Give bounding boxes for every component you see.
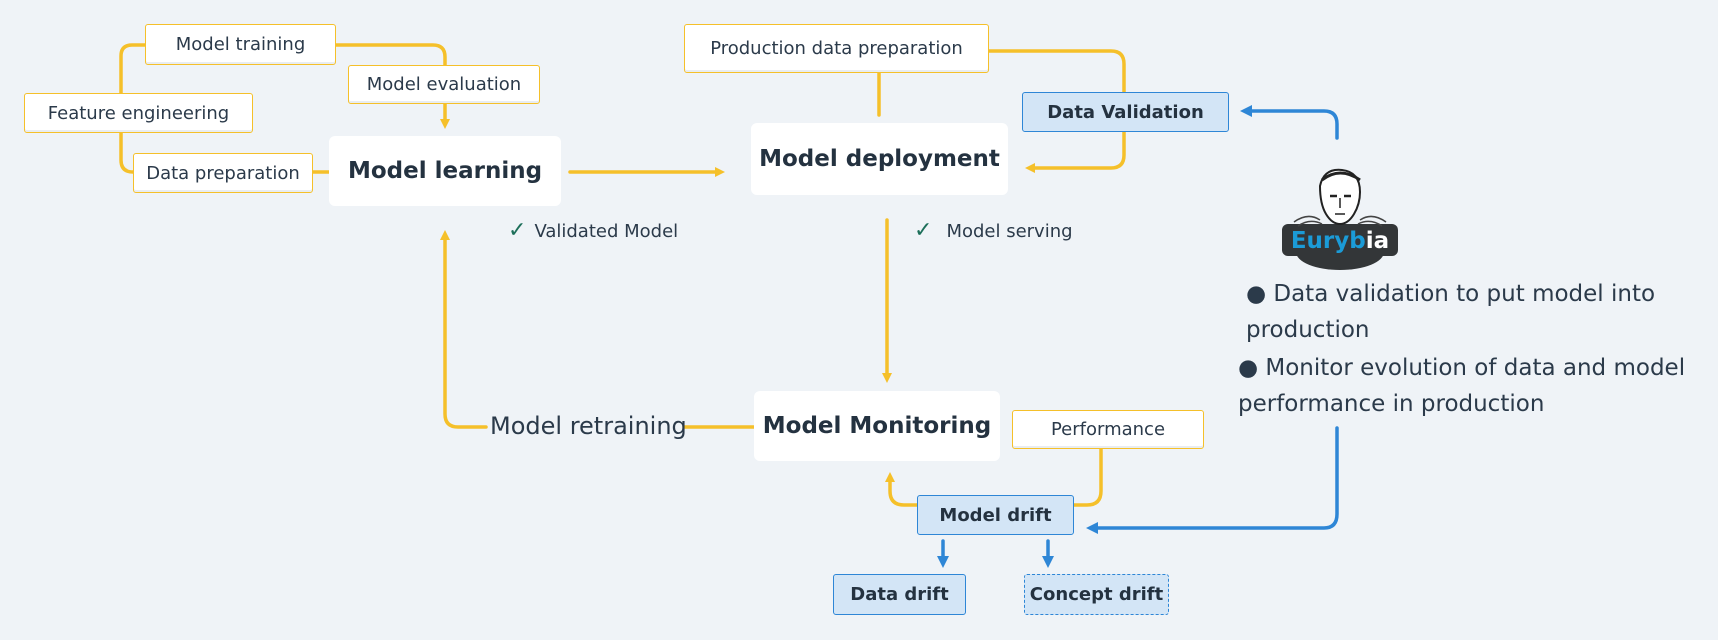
- model-training-label: Model training: [175, 34, 306, 55]
- connector-validation-deployment: [1025, 130, 1126, 173]
- model-evaluation-node: Model evaluation: [348, 65, 540, 104]
- model-serving-label: Model serving: [946, 221, 1073, 242]
- model-deployment-label: Model deployment: [759, 146, 1000, 172]
- performance-node: Performance: [1012, 410, 1204, 449]
- model-evaluation-label: Model evaluation: [366, 74, 522, 95]
- connector-training-feature: [119, 43, 147, 95]
- model-drift-node: Model drift: [917, 495, 1074, 535]
- model-serving-status: ✓ Model serving: [914, 218, 1073, 243]
- feature-bullet: ● Monitor evolution of data and model pe…: [1238, 355, 1686, 417]
- model-drift-label: Model drift: [939, 504, 1052, 526]
- concept-drift-label: Concept drift: [1029, 584, 1164, 605]
- production-data-preparation-label: Production data preparation: [710, 38, 963, 59]
- eurybia-logo: Eurybia: [1280, 166, 1400, 270]
- wordmark-white: ia: [1365, 228, 1390, 254]
- connector-performance-drift: [1072, 447, 1103, 507]
- data-drift-node: Data drift: [833, 574, 966, 615]
- data-validation-node: Data Validation: [1022, 92, 1229, 132]
- connector-feature-dataprep: [119, 131, 135, 174]
- model-training-node: Model training: [145, 24, 336, 65]
- data-preparation-node: Data preparation: [133, 153, 313, 193]
- feature-engineering-label: Feature engineering: [47, 102, 230, 124]
- feature-bullet: ● Data validation to put model into prod…: [1246, 281, 1656, 343]
- connector-training-evaluation: [334, 43, 447, 67]
- performance-label: Performance: [1050, 419, 1166, 440]
- eurybia-feature-list: ● Data validation to put model into prod…: [1238, 276, 1708, 424]
- connector-drift-monitoring: [885, 472, 919, 507]
- connector-retraining-learning: [440, 230, 488, 429]
- wordmark-blue: Euryb: [1290, 228, 1366, 254]
- check-icon: ✓: [914, 218, 933, 243]
- connector-proddata-validation: [987, 49, 1126, 94]
- model-learning-node: Model learning: [329, 136, 561, 206]
- data-preparation-label: Data preparation: [146, 162, 300, 184]
- eurybia-head-icon: [1282, 168, 1398, 270]
- production-data-preparation-node: Production data preparation: [684, 24, 989, 73]
- model-learning-label: Model learning: [347, 158, 543, 184]
- connector-eurybia-validation: [1240, 105, 1339, 140]
- model-monitoring-node: Model Monitoring: [754, 391, 1000, 461]
- feature-engineering-node: Feature engineering: [24, 93, 253, 133]
- concept-drift-node: Concept drift: [1024, 574, 1169, 615]
- check-icon: ✓: [508, 218, 527, 243]
- validated-model-status: ✓ Validated Model: [508, 218, 678, 243]
- validated-model-label: Validated Model: [534, 221, 679, 242]
- eurybia-wordmark: Eurybia: [1280, 228, 1400, 254]
- data-drift-label: Data drift: [850, 584, 949, 605]
- model-deployment-node: Model deployment: [751, 123, 1008, 195]
- data-validation-label: Data Validation: [1047, 101, 1204, 123]
- model-retraining-label: Model retraining: [490, 412, 687, 440]
- model-monitoring-label: Model Monitoring: [762, 413, 992, 439]
